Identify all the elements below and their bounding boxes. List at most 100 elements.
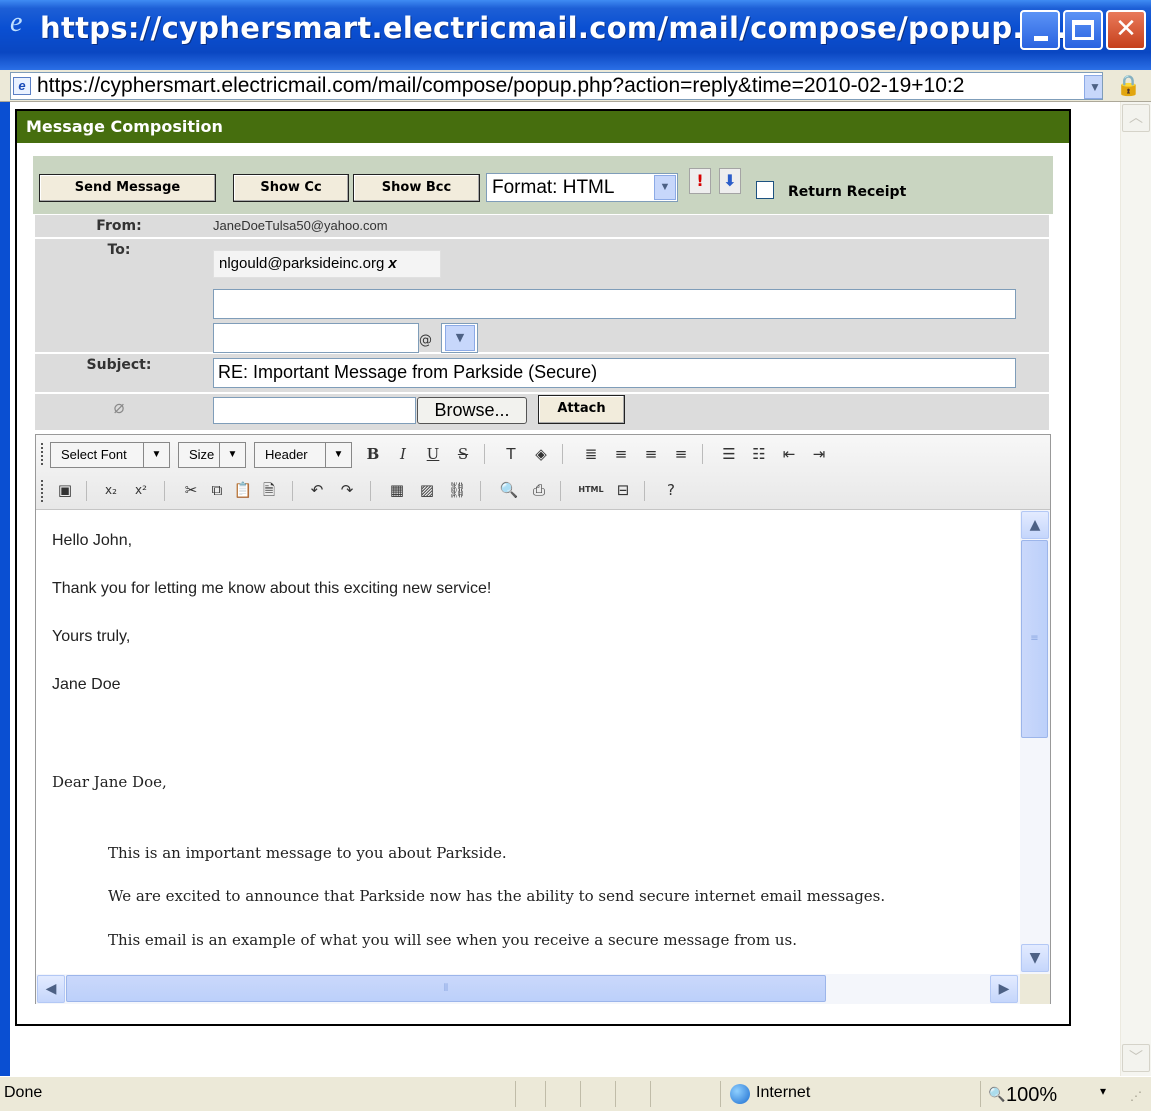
send-message-button[interactable]: Send Message xyxy=(39,174,216,202)
chevron-down-icon: ▼ xyxy=(1089,80,1101,94)
to-value-cell: nlgould@parksideinc.org x @ ▼ xyxy=(209,239,1049,353)
subject-label: Subject: xyxy=(86,357,152,373)
print-icon[interactable]: ⎙ xyxy=(528,479,550,501)
low-priority-icon[interactable]: ⬇ xyxy=(719,168,741,194)
cut-icon[interactable]: ✂ xyxy=(180,479,202,501)
strikethrough-icon[interactable]: S xyxy=(452,443,474,465)
maximize-button[interactable] xyxy=(1063,10,1103,50)
chevron-up-icon: ▲ xyxy=(1029,517,1041,533)
header-select[interactable]: Header ▼ xyxy=(254,442,352,468)
align-left-icon[interactable]: ≡ xyxy=(610,443,632,465)
browse-button[interactable]: Browse... xyxy=(417,397,527,424)
remove-recipient-icon[interactable]: x xyxy=(388,255,396,272)
address-field[interactable]: e https://cyphersmart.electricmail.com/m… xyxy=(10,72,1103,100)
numbered-list-icon[interactable]: ☷ xyxy=(748,443,770,465)
attach-button[interactable]: Attach xyxy=(538,395,625,424)
high-priority-icon[interactable]: ! xyxy=(689,168,711,194)
help-icon[interactable]: ? xyxy=(660,479,682,501)
editor-scroll-right-button[interactable]: ▶ xyxy=(990,975,1018,1003)
toolbar-grip-handle[interactable] xyxy=(41,480,45,502)
subject-value-cell: RE: Important Message from Parkside (Sec… xyxy=(209,354,1049,392)
scrollbar-corner xyxy=(1020,974,1050,1004)
text-color-icon[interactable]: T xyxy=(500,443,522,465)
rich-text-editor: Select Font ▼ Size ▼ Header ▼ B I U S T … xyxy=(35,434,1051,1004)
chevron-down-icon[interactable]: ▼ xyxy=(143,443,169,467)
align-center-icon[interactable]: ≡ xyxy=(640,443,662,465)
toolbar-grip-handle[interactable] xyxy=(41,443,45,465)
to-row: To: nlgould@parksideinc.org x @ ▼ xyxy=(35,239,1049,353)
editor-content[interactable]: Hello John, Thank you for letting me kno… xyxy=(36,510,1020,974)
lock-icon[interactable]: 🔒 xyxy=(1116,73,1141,97)
domain-select[interactable]: ▼ xyxy=(441,323,478,353)
to-label: To: xyxy=(107,242,131,258)
page-vertical-scrollbar[interactable]: ︿ ﹀ xyxy=(1120,102,1151,1076)
page-scroll-down-button[interactable]: ﹀ xyxy=(1122,1044,1150,1072)
size-select[interactable]: Size ▼ xyxy=(178,442,246,468)
format-select[interactable]: Format: HTML ▼ xyxy=(486,173,678,202)
recipient-chip[interactable]: nlgould@parksideinc.org x xyxy=(213,250,441,278)
italic-icon[interactable]: I xyxy=(392,443,414,465)
editor-scroll-left-button[interactable]: ◀ xyxy=(37,975,65,1003)
underline-icon[interactable]: U xyxy=(422,443,444,465)
quoted-line: This is an important message to you abou… xyxy=(108,844,507,862)
from-value: JaneDoeTulsa50@yahoo.com xyxy=(213,218,388,233)
background-color-icon[interactable]: ◈ xyxy=(530,443,552,465)
editor-scroll-down-button[interactable]: ▼ xyxy=(1021,944,1049,972)
save-icon[interactable]: ▣ xyxy=(54,479,76,501)
editor-horizontal-scroll-thumb[interactable]: ⦀ xyxy=(66,975,826,1002)
security-zone: Internet xyxy=(756,1084,811,1101)
justify-full-icon[interactable]: ≣ xyxy=(580,443,602,465)
attachment-file-input[interactable] xyxy=(213,397,416,424)
superscript-icon[interactable]: x² xyxy=(130,479,152,501)
font-select[interactable]: Select Font ▼ xyxy=(50,442,170,468)
align-right-icon[interactable]: ≡ xyxy=(670,443,692,465)
html-source-icon[interactable]: HTML xyxy=(576,479,606,501)
paste-icon[interactable]: 📋 xyxy=(232,479,254,501)
editor-vertical-scroll-thumb[interactable]: ≡ xyxy=(1021,540,1048,738)
page-scroll-up-button[interactable]: ︿ xyxy=(1122,104,1150,132)
to-username-input[interactable] xyxy=(213,323,419,353)
chevron-down-icon[interactable]: ▼ xyxy=(445,325,475,351)
image-icon[interactable]: ▨ xyxy=(416,479,438,501)
resize-grip-icon[interactable]: ⋰ xyxy=(1130,1089,1142,1103)
table-icon[interactable]: ▦ xyxy=(386,479,408,501)
editor-horizontal-scrollbar[interactable]: ◀ ⦀ ▶ xyxy=(36,974,1020,1004)
editor-scroll-up-button[interactable]: ▲ xyxy=(1021,511,1049,539)
redo-icon[interactable]: ↷ xyxy=(336,479,358,501)
message-composition-panel: Message Composition Send Message Show Cc… xyxy=(15,109,1071,1026)
copy-icon[interactable]: ⧉ xyxy=(206,479,228,501)
zoom-dropdown-icon[interactable]: ▾ xyxy=(1100,1084,1106,1098)
zoom-icon[interactable]: 🔍 xyxy=(988,1086,1005,1103)
show-cc-button[interactable]: Show Cc xyxy=(233,174,349,202)
status-cell xyxy=(580,1081,581,1107)
indent-icon[interactable]: ⇥ xyxy=(808,443,830,465)
outdent-icon[interactable]: ⇤ xyxy=(778,443,800,465)
subscript-icon[interactable]: x₂ xyxy=(100,479,122,501)
link-icon[interactable]: ⛓ xyxy=(446,479,468,501)
form-field-icon[interactable]: ⊟ xyxy=(612,479,634,501)
undo-icon[interactable]: ↶ xyxy=(306,479,328,501)
maximize-icon xyxy=(1072,20,1094,40)
paste-from-word-icon[interactable]: 🗎 xyxy=(258,479,280,501)
address-bar: e https://cyphersmart.electricmail.com/m… xyxy=(0,70,1151,102)
zoom-level[interactable]: 100% xyxy=(1006,1084,1057,1107)
return-receipt-checkbox[interactable] xyxy=(756,181,774,199)
bullet-list-icon[interactable]: ☰ xyxy=(718,443,740,465)
panel-header: Message Composition xyxy=(17,111,1069,143)
chevron-down-icon[interactable]: ▼ xyxy=(219,443,245,467)
recipient-address: nlgould@parksideinc.org xyxy=(219,255,385,272)
minimize-button[interactable] xyxy=(1020,10,1060,50)
editor-vertical-scrollbar[interactable]: ▲ ≡ ▼ xyxy=(1020,510,1050,974)
subject-input[interactable]: RE: Important Message from Parkside (Sec… xyxy=(213,358,1016,388)
toolbar-separator xyxy=(562,444,563,464)
preview-icon[interactable]: 🔍 xyxy=(498,479,520,501)
address-dropdown-button[interactable]: ▼ xyxy=(1084,75,1102,99)
chevron-down-icon[interactable]: ▼ xyxy=(325,443,351,467)
show-bcc-button[interactable]: Show Bcc xyxy=(353,174,480,202)
close-button[interactable]: ✕ xyxy=(1106,10,1146,50)
toolbar-separator xyxy=(86,481,87,501)
toolbar-separator xyxy=(484,444,485,464)
bold-icon[interactable]: B xyxy=(362,443,384,465)
to-input[interactable] xyxy=(213,289,1016,319)
chevron-down-icon[interactable]: ▼ xyxy=(654,175,676,200)
